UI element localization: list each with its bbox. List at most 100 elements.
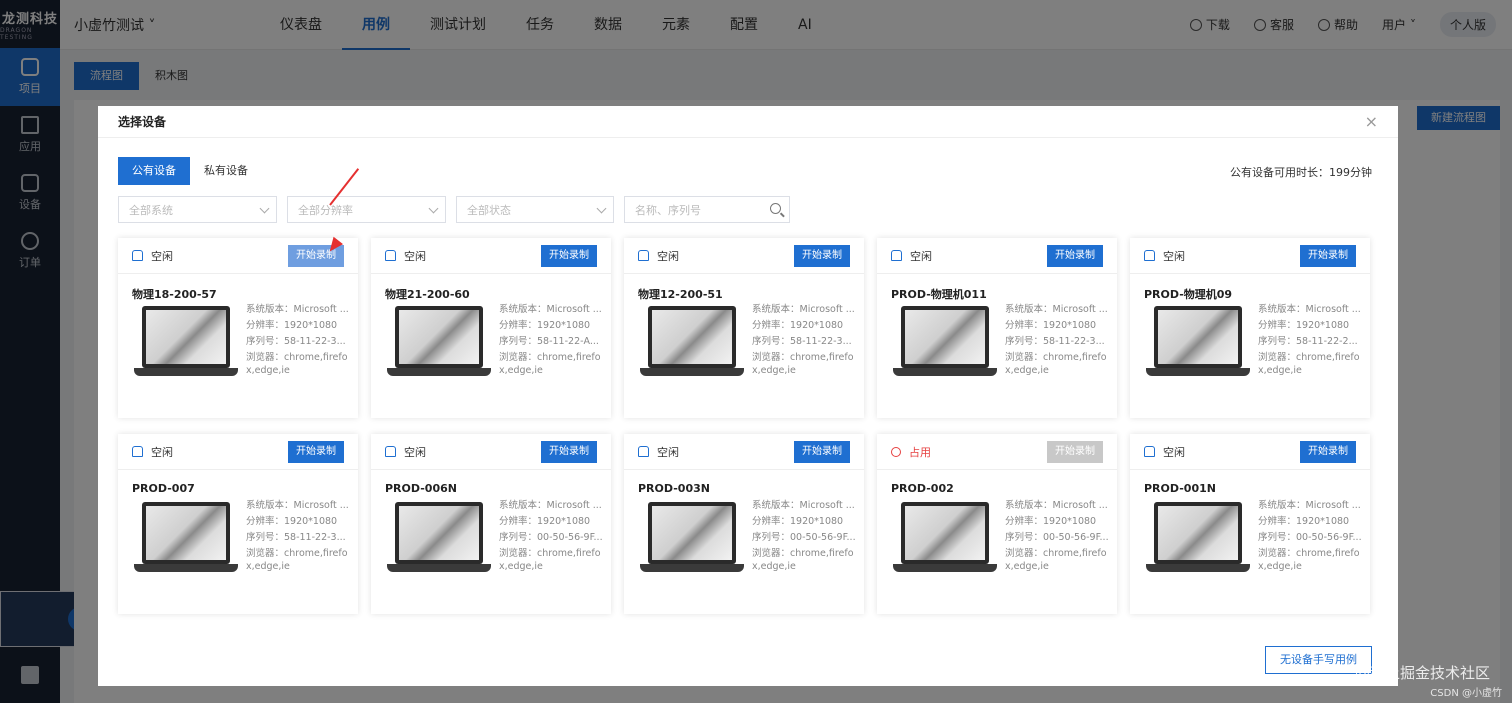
resolution-select-value: 全部分辨率 [298,203,353,217]
spec-resolution: 分辨率：1920*1080 [1005,320,1097,332]
spec-browser: 浏览器：chrome,firefox,edge,ie [1258,351,1360,377]
device-specs: 系统版本：Microsoft ... 分辨率：1920*1080 序列号：58-… [1258,302,1362,378]
wallpaper [399,310,479,364]
spec-resolution: 分辨率：1920*1080 [1258,320,1350,332]
spec-browser: 浏览器：chrome,firefox,edge,ie [246,351,348,377]
spec-serial: 序列号：58-11-22-3... [1005,336,1105,348]
spec-os: 系统版本：Microsoft ... [246,500,349,511]
device-card: 空闲 开始录制 PROD-003N 系统版本：Microsoft ... 分辨率… [624,434,864,614]
spec-os: 系统版本：Microsoft ... [1005,304,1108,315]
laptop-image [893,502,997,578]
spec-resolution: 分辨率：1920*1080 [499,320,591,332]
watermark-sub: CSDN @小虚竹 [1430,688,1502,699]
resolution-select[interactable]: 全部分辨率 [287,196,446,223]
device-card-header: 空闲 开始录制 [624,434,864,470]
tab-public-devices[interactable]: 公有设备 [118,157,190,185]
laptop-base [893,368,997,376]
start-record-button[interactable]: 开始录制 [1300,440,1356,463]
start-record-button[interactable]: 开始录制 [1047,244,1103,267]
start-record-button[interactable]: 开始录制 [794,244,850,267]
device-card-header: 空闲 开始录制 [118,238,358,274]
laptop-screen [142,306,230,368]
spec-serial: 序列号：58-11-22-3... [246,532,346,544]
device-icon [385,446,396,457]
spec-resolution: 分辨率：1920*1080 [246,320,338,332]
spec-serial: 序列号：58-11-22-3... [752,336,852,348]
search-placeholder: 名称、序列号 [635,203,701,217]
device-icon [638,250,649,261]
laptop-image [640,502,744,578]
user-icon [891,446,901,457]
device-card-header: 占用 开始录制 [877,434,1117,470]
spec-serial: 序列号：00-50-56-9F... [1258,532,1362,544]
wallpaper [905,310,985,364]
laptop-screen [901,306,989,368]
device-card: 占用 开始录制 PROD-002 系统版本：Microsoft ... 分辨率：… [877,434,1117,614]
device-icon [1144,446,1155,457]
spec-browser: 浏览器：chrome,firefox,edge,ie [499,547,601,573]
device-status: 空闲 [1144,248,1185,264]
device-grid: 空闲 开始录制 物理18-200-57 系统版本：Microsoft ... 分… [118,238,1370,614]
chevron-down-icon [428,203,439,214]
device-specs: 系统版本：Microsoft ... 分辨率：1920*1080 序列号：00-… [1258,498,1362,574]
search-input[interactable]: 名称、序列号 [624,196,790,223]
laptop-base [134,564,238,572]
device-name: PROD-物理机011 [891,288,987,301]
device-specs: 系统版本：Microsoft ... 分辨率：1920*1080 序列号：58-… [499,302,603,378]
spec-os: 系统版本：Microsoft ... [752,304,855,315]
device-icon [1144,250,1155,261]
device-status-label: 空闲 [404,249,426,263]
device-card-header: 空闲 开始录制 [371,434,611,470]
close-icon[interactable]: × [1365,112,1378,131]
start-record-button[interactable]: 开始录制 [288,440,344,463]
device-card-header: 空闲 开始录制 [371,238,611,274]
device-specs: 系统版本：Microsoft ... 分辨率：1920*1080 序列号：58-… [246,302,350,378]
wallpaper [399,506,479,560]
search-icon[interactable] [770,203,781,214]
spec-resolution: 分辨率：1920*1080 [752,320,844,332]
device-name: PROD-002 [891,482,954,495]
device-status-label: 空闲 [404,445,426,459]
wallpaper [146,506,226,560]
device-icon [132,250,143,261]
device-specs: 系统版本：Microsoft ... 分辨率：1920*1080 序列号：00-… [752,498,856,574]
start-record-button[interactable]: 开始录制 [541,440,597,463]
spec-resolution: 分辨率：1920*1080 [499,516,591,528]
spec-browser: 浏览器：chrome,firefox,edge,ie [246,547,348,573]
device-specs: 系统版本：Microsoft ... 分辨率：1920*1080 序列号：58-… [1005,302,1109,378]
device-icon [385,250,396,261]
device-card: 空闲 开始录制 PROD-001N 系统版本：Microsoft ... 分辨率… [1130,434,1370,614]
system-select-value: 全部系统 [129,203,173,217]
chevron-down-icon [596,203,607,214]
laptop-screen [395,306,483,368]
laptop-image [1146,502,1250,578]
spec-os: 系统版本：Microsoft ... [1005,500,1108,511]
device-name: PROD-006N [385,482,457,495]
device-status-label: 空闲 [910,249,932,263]
spec-serial: 序列号：00-50-56-9F... [499,532,603,544]
spec-resolution: 分辨率：1920*1080 [1258,516,1350,528]
laptop-base [1146,564,1250,572]
device-status-label: 占用 [909,445,931,459]
tab-private-devices[interactable]: 私有设备 [190,157,262,185]
wallpaper [1158,506,1238,560]
start-record-button[interactable]: 开始录制 [1300,244,1356,267]
spec-browser: 浏览器：chrome,firefox,edge,ie [1258,547,1360,573]
device-status: 占用 [891,444,931,460]
status-select[interactable]: 全部状态 [456,196,614,223]
start-record-button[interactable]: 开始录制 [541,244,597,267]
start-record-button[interactable]: 开始录制 [794,440,850,463]
system-select[interactable]: 全部系统 [118,196,277,223]
device-status-label: 空闲 [1163,445,1185,459]
device-status: 空闲 [132,444,173,460]
spec-os: 系统版本：Microsoft ... [499,500,602,511]
laptop-screen [648,502,736,564]
device-card-header: 空闲 开始录制 [1130,434,1370,470]
device-name: 物理12-200-51 [638,288,723,301]
laptop-image [387,306,491,382]
laptop-image [134,502,238,578]
chevron-down-icon [259,203,270,214]
device-card-header: 空闲 开始录制 [624,238,864,274]
spec-resolution: 分辨率：1920*1080 [246,516,338,528]
laptop-screen [142,502,230,564]
